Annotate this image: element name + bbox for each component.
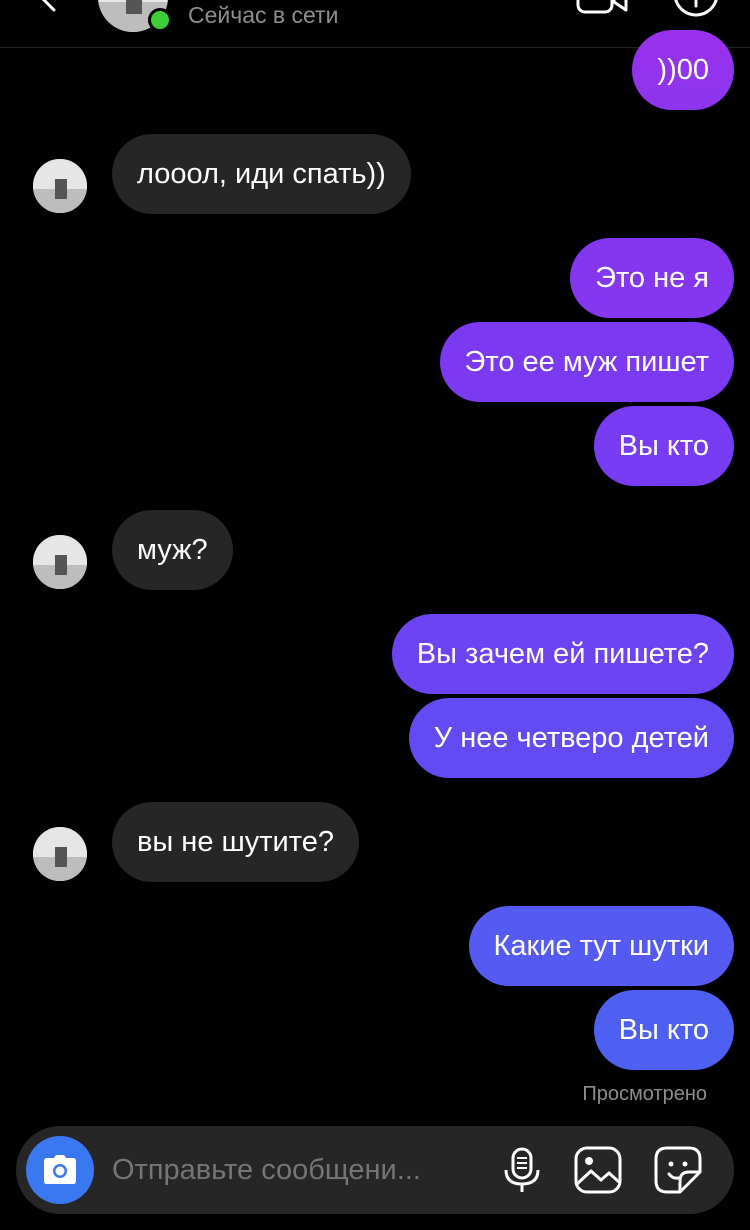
message-incoming[interactable]: вы не шутите? <box>112 802 359 882</box>
sticker-icon[interactable] <box>654 1146 702 1194</box>
microphone-icon[interactable] <box>498 1146 546 1194</box>
back-icon[interactable] <box>36 0 62 12</box>
contact-status: Сейчас в сети <box>188 2 339 28</box>
message-outgoing[interactable]: Какие тут шутки <box>468 906 734 986</box>
gallery-icon[interactable] <box>574 1146 622 1194</box>
message-composer <box>16 1126 734 1214</box>
video-call-icon[interactable] <box>576 0 628 16</box>
sender-avatar[interactable] <box>33 827 87 881</box>
info-icon[interactable] <box>672 0 720 18</box>
sender-avatar[interactable] <box>33 535 87 589</box>
chat-header: Сейчас в сети <box>0 0 750 48</box>
camera-button[interactable] <box>26 1136 94 1204</box>
message-incoming[interactable]: муж? <box>112 510 233 590</box>
message-outgoing[interactable]: Это ее муж пишет <box>439 322 734 402</box>
online-indicator <box>148 8 172 32</box>
message-outgoing[interactable]: Это не я <box>570 238 734 318</box>
message-outgoing[interactable]: Вы кто <box>593 406 734 486</box>
sender-avatar[interactable] <box>33 159 87 213</box>
camera-icon <box>44 1155 76 1184</box>
message-outgoing[interactable]: ))00 <box>632 30 734 110</box>
seen-status: Просмотрено <box>582 1083 707 1105</box>
message-outgoing[interactable]: У нее четверо детей <box>408 698 734 778</box>
message-outgoing[interactable]: Вы кто <box>593 990 734 1070</box>
message-incoming[interactable]: лооол, иди спать)) <box>112 134 411 214</box>
message-outgoing[interactable]: Вы зачем ей пишете? <box>391 614 734 694</box>
message-input[interactable] <box>112 1152 482 1188</box>
